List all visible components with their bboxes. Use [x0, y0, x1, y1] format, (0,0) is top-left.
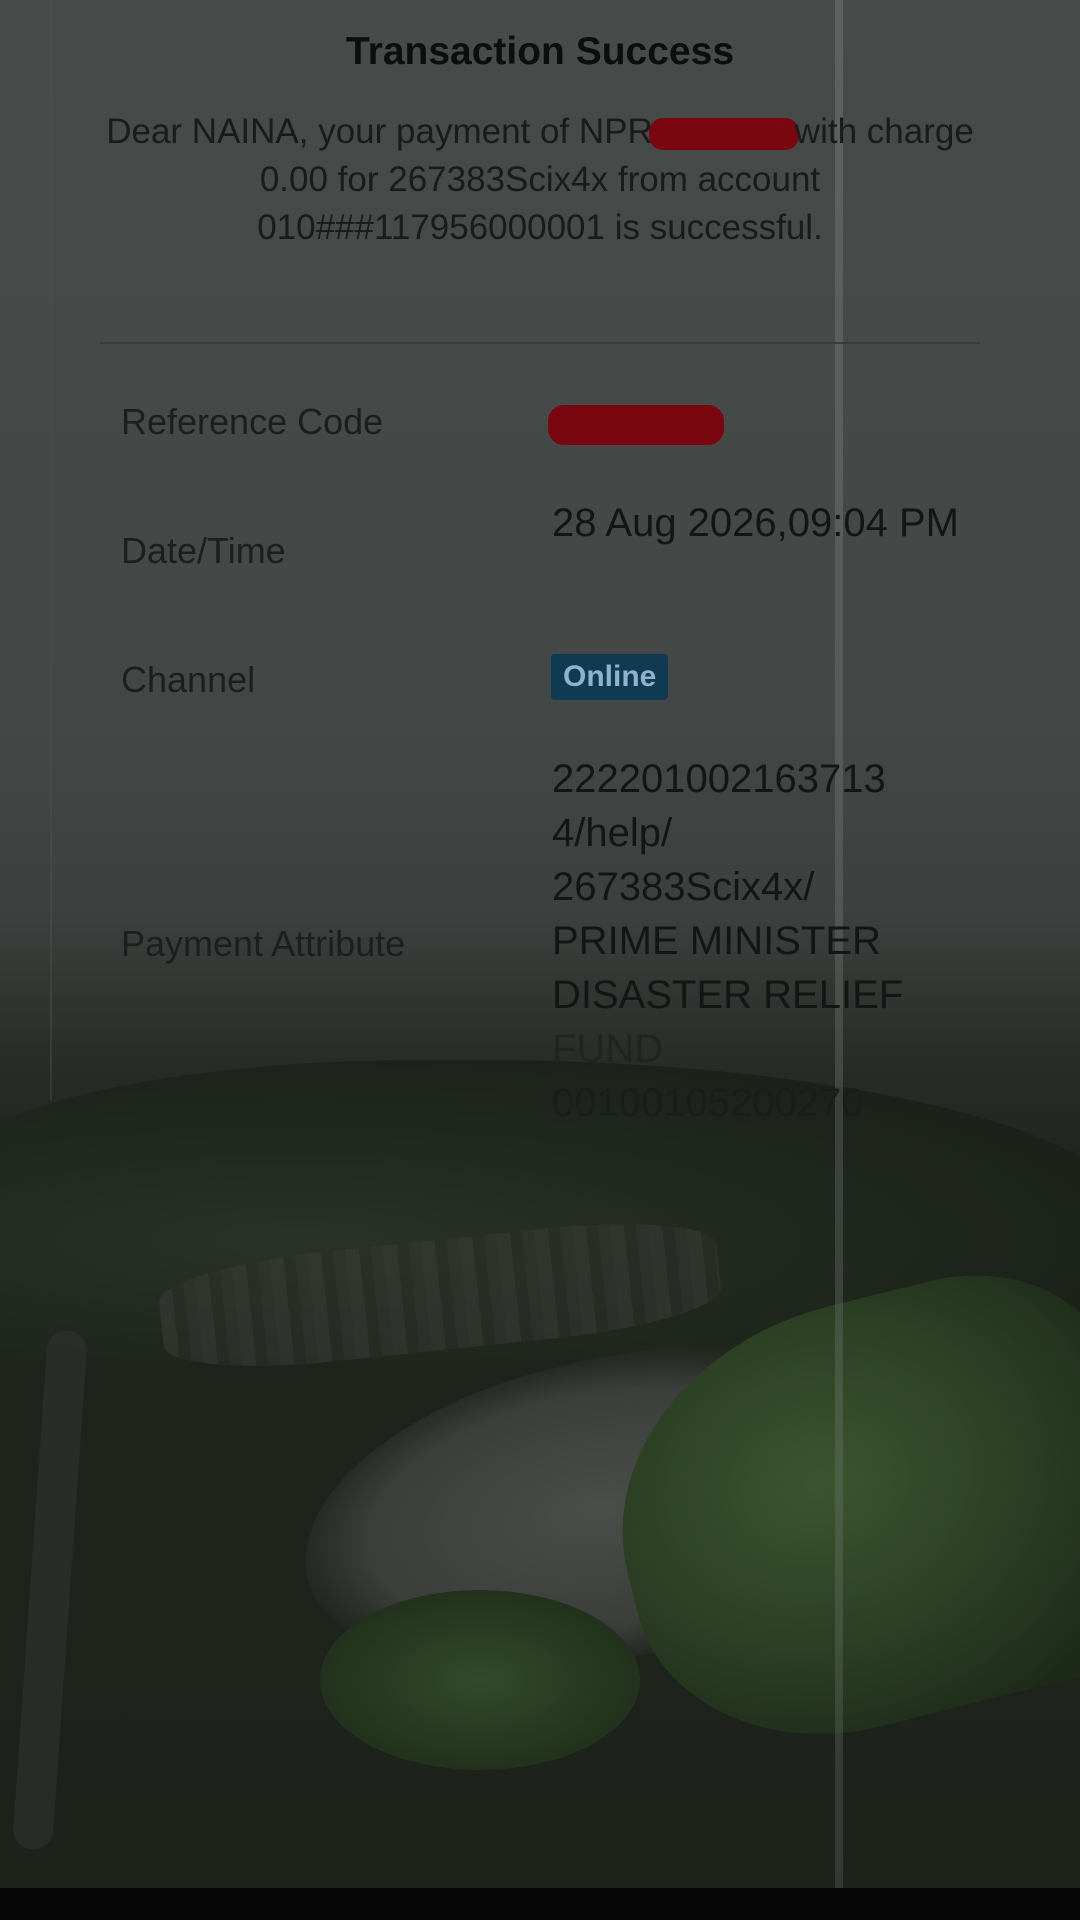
payment-attribute-line: FUND: [552, 1027, 664, 1071]
receipt-message: Dear NAINA, your payment of NPR with char…: [95, 108, 985, 252]
transaction-receipt: Transaction Success Dear NAINA, your pay…: [0, 0, 1080, 1150]
message-part-1: Dear NAINA, your payment of NPR: [106, 112, 653, 151]
reference-code-label: Reference Code: [121, 401, 384, 442]
datetime-value: 28 Aug 2026,09:04 PM: [552, 501, 959, 545]
payment-attribute-value: 222201002163713 4/help/ 267383Scix4x/ PR…: [552, 752, 982, 1130]
payment-attribute-line: DISASTER RELIEF: [552, 973, 904, 1017]
channel-badge: Online: [551, 654, 669, 700]
payment-attribute-line: 267383Scix4x/: [552, 865, 815, 909]
payment-attribute-line: 00100105200270: [552, 1081, 864, 1125]
datetime-label: Date/Time: [121, 530, 286, 571]
payment-attribute-label: Payment Attribute: [121, 923, 406, 964]
background-field-left: [320, 1590, 640, 1770]
redacted-reference-code: [548, 405, 724, 445]
channel-label: Channel: [121, 659, 256, 700]
bottom-bar: [0, 1888, 1080, 1920]
payment-attribute-line: 222201002163713: [552, 757, 886, 801]
redacted-amount: [648, 117, 799, 150]
receipt-divider: [100, 342, 980, 344]
payment-attribute-line: PRIME MINISTER: [552, 919, 881, 963]
receipt-title: Transaction Success: [345, 30, 735, 73]
payment-attribute-line: 4/help/: [552, 811, 673, 855]
